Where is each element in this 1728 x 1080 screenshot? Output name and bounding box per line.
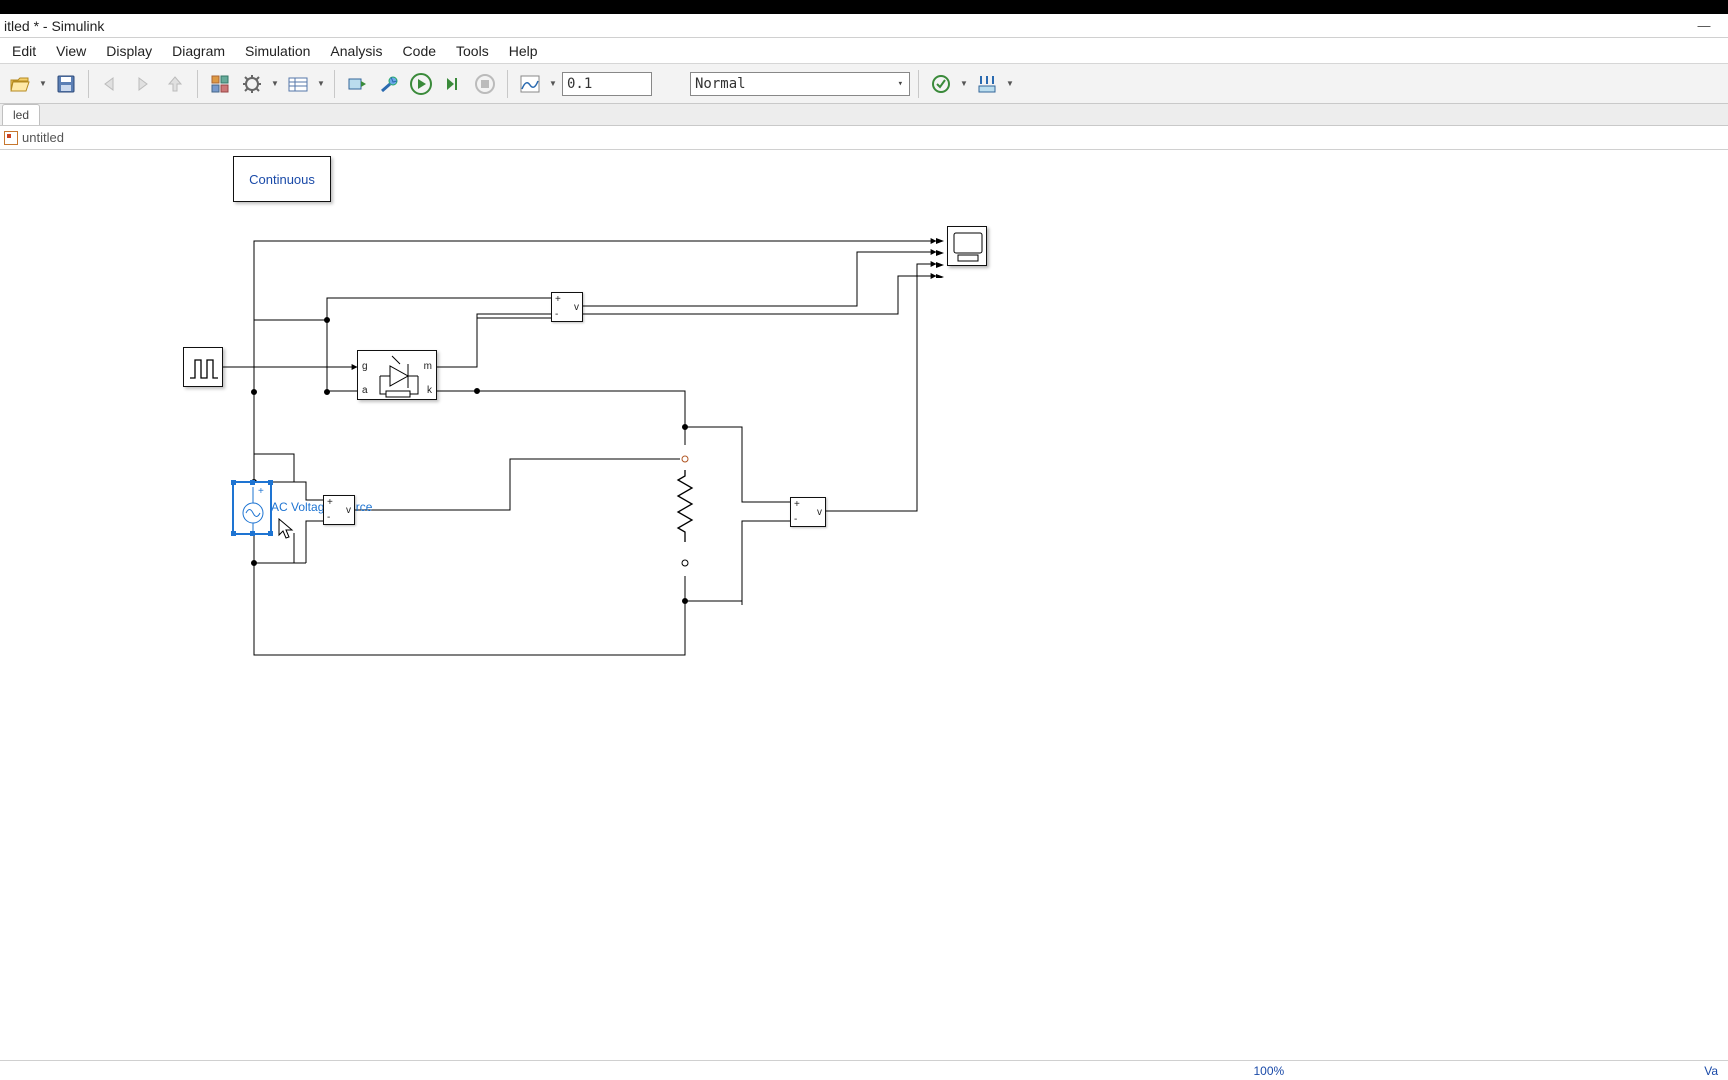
minimize-button[interactable]: — <box>1684 15 1724 37</box>
svg-text:+: + <box>258 486 264 497</box>
voltage-measurement-3-block[interactable]: + - v <box>790 497 826 527</box>
window-title: itled * - Simulink <box>4 18 104 34</box>
mouse-cursor-icon <box>278 518 296 540</box>
pulse-generator-block[interactable] <box>183 347 223 387</box>
menu-tools[interactable]: Tools <box>446 38 499 64</box>
build-button[interactable] <box>375 70 403 98</box>
menu-display[interactable]: Display <box>96 38 162 64</box>
menu-code[interactable]: Code <box>393 38 446 64</box>
settings-dropdown[interactable]: ▼ <box>270 70 280 98</box>
model-explorer-button[interactable] <box>284 70 312 98</box>
simulation-mode-select[interactable]: Normal <box>690 72 910 96</box>
status-bar: 100% Va <box>0 1060 1728 1080</box>
stop-button[interactable] <box>471 70 499 98</box>
breadcrumb: untitled <box>0 126 1728 150</box>
model-canvas[interactable]: Continuous g a m k + <box>0 150 1728 1060</box>
logic-dropdown[interactable]: ▼ <box>1005 70 1015 98</box>
ac-voltage-source-label[interactable]: AC Voltage Source <box>271 500 372 514</box>
signal-record-button[interactable] <box>516 70 544 98</box>
step-forward-button[interactable] <box>439 70 467 98</box>
up-button[interactable] <box>161 70 189 98</box>
menu-analysis[interactable]: Analysis <box>320 38 392 64</box>
menu-bar: Edit View Display Diagram Simulation Ana… <box>0 38 1728 64</box>
model-settings-button[interactable] <box>238 70 266 98</box>
open-button[interactable] <box>6 70 34 98</box>
window-titlebar: itled * - Simulink — <box>0 14 1728 38</box>
toolbar: ▼ ▼ ▼ ▼ Normal <box>0 64 1728 104</box>
explorer-dropdown[interactable]: ▼ <box>316 70 326 98</box>
menu-view[interactable]: View <box>46 38 96 64</box>
model-icon <box>4 131 18 145</box>
model-tab-bar: led <box>0 104 1728 126</box>
forward-button[interactable] <box>129 70 157 98</box>
menu-simulation[interactable]: Simulation <box>235 38 320 64</box>
thyristor-block[interactable]: g a m k <box>357 350 437 400</box>
run-button[interactable] <box>407 70 435 98</box>
scope-block[interactable] <box>947 226 987 266</box>
save-button[interactable] <box>52 70 80 98</box>
breadcrumb-model-name[interactable]: untitled <box>22 130 64 145</box>
open-dropdown[interactable]: ▼ <box>38 70 48 98</box>
stop-time-input[interactable] <box>562 72 652 96</box>
voltage-measurement-2-block[interactable]: + - v <box>323 495 355 525</box>
status-right-label: Va <box>1704 1064 1718 1078</box>
menu-help[interactable]: Help <box>499 38 548 64</box>
menu-edit[interactable]: Edit <box>2 38 46 64</box>
signal-dropdown[interactable]: ▼ <box>548 70 558 98</box>
powergui-block[interactable]: Continuous <box>233 156 331 202</box>
advisor-check-button[interactable] <box>927 70 955 98</box>
zoom-level[interactable]: 100% <box>1254 1064 1285 1078</box>
logic-analyzer-button[interactable] <box>973 70 1001 98</box>
library-browser-button[interactable] <box>206 70 234 98</box>
update-diagram-button[interactable] <box>343 70 371 98</box>
advisor-dropdown[interactable]: ▼ <box>959 70 969 98</box>
ac-voltage-source-block[interactable]: + <box>233 482 271 534</box>
menu-diagram[interactable]: Diagram <box>162 38 235 64</box>
voltage-measurement-1-block[interactable]: + - v <box>551 292 583 322</box>
model-tab[interactable]: led <box>2 104 40 125</box>
back-button[interactable] <box>97 70 125 98</box>
